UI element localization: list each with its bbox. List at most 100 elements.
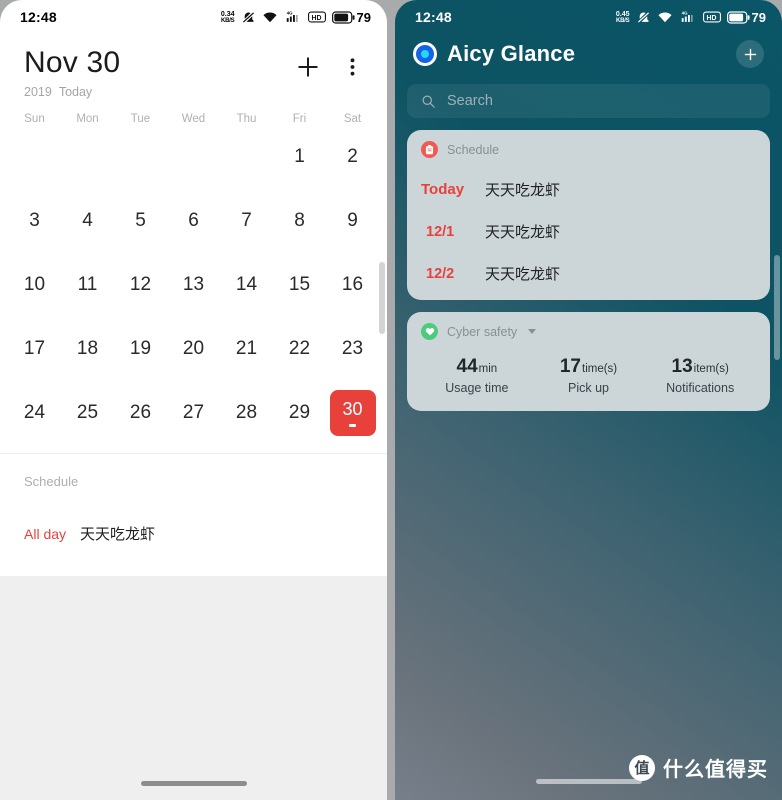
calendar-day-number: 24 xyxy=(23,402,46,423)
calendar-cell[interactable]: 2 xyxy=(326,125,379,189)
stat-label: Usage time xyxy=(445,381,509,395)
calendar-cell[interactable]: 21 xyxy=(220,317,273,381)
wifi-icon xyxy=(657,11,672,22)
watermark-badge-icon: 值 xyxy=(629,754,655,781)
search-input[interactable]: Search xyxy=(447,93,493,109)
cyber-safety-card[interactable]: Cyber safety 44min Usage time 17time(s) … xyxy=(407,312,770,411)
calendar-cell[interactable]: 20 xyxy=(167,317,220,381)
list-item[interactable]: 12/1 天天吃龙虾 xyxy=(421,221,756,242)
mute-icon xyxy=(637,11,649,23)
calendar-cell[interactable]: 16 xyxy=(326,253,379,317)
stat-value: 44 xyxy=(456,356,478,377)
status-icons: 0.45 KB/S 4G HD 79 xyxy=(616,10,766,25)
stat-label: Notifications xyxy=(666,381,735,395)
add-event-button[interactable] xyxy=(295,54,321,80)
calendar-cell[interactable]: 13 xyxy=(167,253,220,317)
heart-glyph xyxy=(425,328,434,336)
calendar-today-label: Today xyxy=(58,85,93,99)
calendar-cell-empty: 0 xyxy=(220,125,273,189)
calendar-body: Nov 30 2019 Today Sun Mon Tue Wed Thu Fr… xyxy=(0,34,387,800)
calendar-cell-selected[interactable]: 30 xyxy=(326,381,379,445)
empty-area xyxy=(0,576,387,800)
calendar-cell[interactable]: 28 xyxy=(220,381,273,445)
calendar-cell[interactable]: 7 xyxy=(220,189,273,253)
calendar-day-number: 13 xyxy=(182,274,205,295)
battery-icon xyxy=(331,10,355,24)
calendar-cell[interactable]: 24 xyxy=(8,381,61,445)
calendar-day-number: 11 xyxy=(77,274,98,295)
dual-phone-screenshot: 12:48 0.34 KB/S 4G HD 79 Nov 30 2019 Tod… xyxy=(0,0,782,800)
svg-text:HD: HD xyxy=(706,15,716,22)
home-indicator[interactable] xyxy=(140,781,247,786)
calendar-day-number: 16 xyxy=(341,274,364,295)
weekday-thu: Thu xyxy=(236,113,257,125)
network-speed-indicator: 0.34 KB/S xyxy=(221,11,235,24)
stat-value: 13 xyxy=(671,356,693,377)
schedule-entry-time: All day xyxy=(24,525,67,542)
calendar-day-number: 29 xyxy=(288,402,311,423)
search-bar[interactable]: Search xyxy=(407,84,770,118)
schedule-entry[interactable]: All day 天天吃龙虾 xyxy=(24,523,365,544)
calendar-cell[interactable]: 22 xyxy=(273,317,326,381)
schedule-entry-title: 天天吃龙虾 xyxy=(80,526,156,543)
calendar-cell[interactable]: 18 xyxy=(61,317,114,381)
calendar-header: Nov 30 2019 Today xyxy=(0,34,387,99)
calendar-cell[interactable]: 11 xyxy=(61,253,114,317)
svg-text:HD: HD xyxy=(311,15,321,22)
aicy-header: Aicy Glance xyxy=(395,34,782,68)
calendar-day-number: 12 xyxy=(129,274,152,295)
clipboard-icon xyxy=(421,141,438,158)
chevron-down-icon[interactable] xyxy=(528,329,537,334)
calendar-cell[interactable]: 5 xyxy=(114,189,167,253)
wifi-icon xyxy=(262,11,277,22)
calendar-cell[interactable]: 1 xyxy=(273,125,326,189)
calendar-day-number: 14 xyxy=(235,274,258,295)
schedule-item-title: 天天吃龙虾 xyxy=(485,224,561,241)
calendar-cell[interactable]: 27 xyxy=(167,381,220,445)
calendar-cell[interactable]: 14 xyxy=(220,253,273,317)
watermark: 值 什么值得买 xyxy=(629,753,768,782)
calendar-cell[interactable]: 23 xyxy=(326,317,379,381)
add-card-button[interactable] xyxy=(736,40,764,68)
list-item[interactable]: 12/2 天天吃龙虾 xyxy=(421,263,756,284)
hd-icon: HD xyxy=(702,11,721,23)
glance-scrollbar[interactable] xyxy=(774,255,780,360)
calendar-cell[interactable]: 12 xyxy=(114,253,167,317)
calendar-cell[interactable]: 6 xyxy=(167,189,220,253)
schedule-section-label: Schedule xyxy=(24,474,79,489)
status-time: 12:48 xyxy=(415,9,452,25)
weekday-wed: Wed xyxy=(181,113,206,125)
calendar-cell[interactable]: 9 xyxy=(326,189,379,253)
list-item[interactable]: Today 天天吃龙虾 xyxy=(421,179,756,200)
calendar-cell[interactable]: 25 xyxy=(61,381,114,445)
calendar-day-number: 10 xyxy=(23,274,46,295)
calendar-day-number: 23 xyxy=(341,338,364,359)
calendar-cell-empty: 0 xyxy=(8,125,61,189)
clipboard-glyph xyxy=(425,144,434,154)
calendar-scrollbar[interactable] xyxy=(379,262,385,334)
calendar-cell[interactable]: 17 xyxy=(8,317,61,381)
page-title: Nov 30 xyxy=(24,46,121,79)
calendar-cell[interactable]: 19 xyxy=(114,317,167,381)
calendar-cell[interactable]: 10 xyxy=(8,253,61,317)
aicy-logo-icon xyxy=(413,42,437,66)
calendar-subtitle: 2019 Today xyxy=(24,85,295,99)
calendar-year: 2019 xyxy=(24,85,52,99)
calendar-cell[interactable]: 8 xyxy=(273,189,326,253)
battery-percent: 79 xyxy=(751,9,766,25)
home-indicator[interactable] xyxy=(535,779,642,784)
signal-4g-icon: 4G xyxy=(286,10,298,22)
calendar-cell[interactable]: 4 xyxy=(61,189,114,253)
calendar-cell[interactable]: 15 xyxy=(273,253,326,317)
signal-4g-icon: 4G xyxy=(681,10,693,22)
weekday-fri: Fri xyxy=(292,113,307,125)
calendar-cell[interactable]: 29 xyxy=(273,381,326,445)
overflow-menu-button[interactable] xyxy=(339,54,365,80)
calendar-day-number: 27 xyxy=(182,402,205,423)
stat-notifications: 13item(s) Notifications xyxy=(644,356,756,395)
calendar-day-number: 19 xyxy=(129,338,152,359)
weekday-header-row: Sun Mon Tue Wed Thu Fri Sat xyxy=(0,99,387,125)
calendar-cell[interactable]: 3 xyxy=(8,189,61,253)
schedule-card[interactable]: Schedule Today 天天吃龙虾 12/1 天天吃龙虾 12/2 天天吃… xyxy=(407,130,770,300)
calendar-cell[interactable]: 26 xyxy=(114,381,167,445)
